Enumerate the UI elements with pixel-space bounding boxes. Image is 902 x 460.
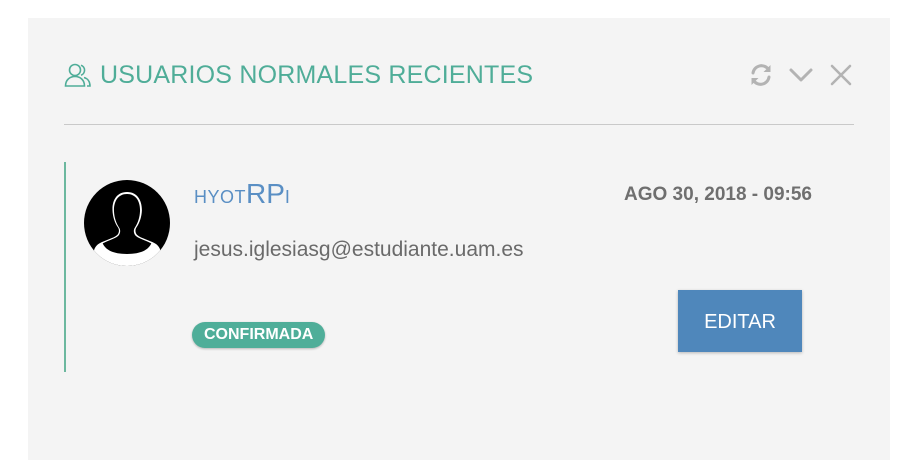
username-link[interactable]: hyotRPi (194, 178, 290, 215)
username-part-1: hyot (194, 187, 247, 207)
header-divider (64, 124, 854, 125)
user-email: jesus.iglesiasg@estudiante.uam.es (194, 238, 524, 261)
panel-tools (748, 62, 854, 88)
avatar (84, 180, 170, 266)
close-icon[interactable] (828, 62, 854, 88)
chevron-down-icon[interactable] (788, 62, 814, 88)
username-part-3: i (284, 187, 291, 207)
status-badge: CONFIRMADA (192, 322, 326, 348)
users-icon (64, 63, 91, 87)
user-item: hyotRPi AGO 30, 2018 - 09:56 jesus.igles… (64, 162, 856, 372)
refresh-icon[interactable] (748, 62, 774, 88)
panel-header: USUARIOS NORMALES RECIENTES (64, 58, 854, 92)
username-part-2: RP (246, 178, 285, 209)
recent-users-panel: USUARIOS NORMALES RECIENTES HYOTRPI AGO … (28, 18, 890, 460)
registration-timestamp: AGO 30, 2018 - 09:56 (624, 184, 812, 205)
panel-title: USUARIOS NORMALES RECIENTES (100, 61, 534, 89)
edit-button[interactable]: EDITAR (678, 290, 802, 352)
